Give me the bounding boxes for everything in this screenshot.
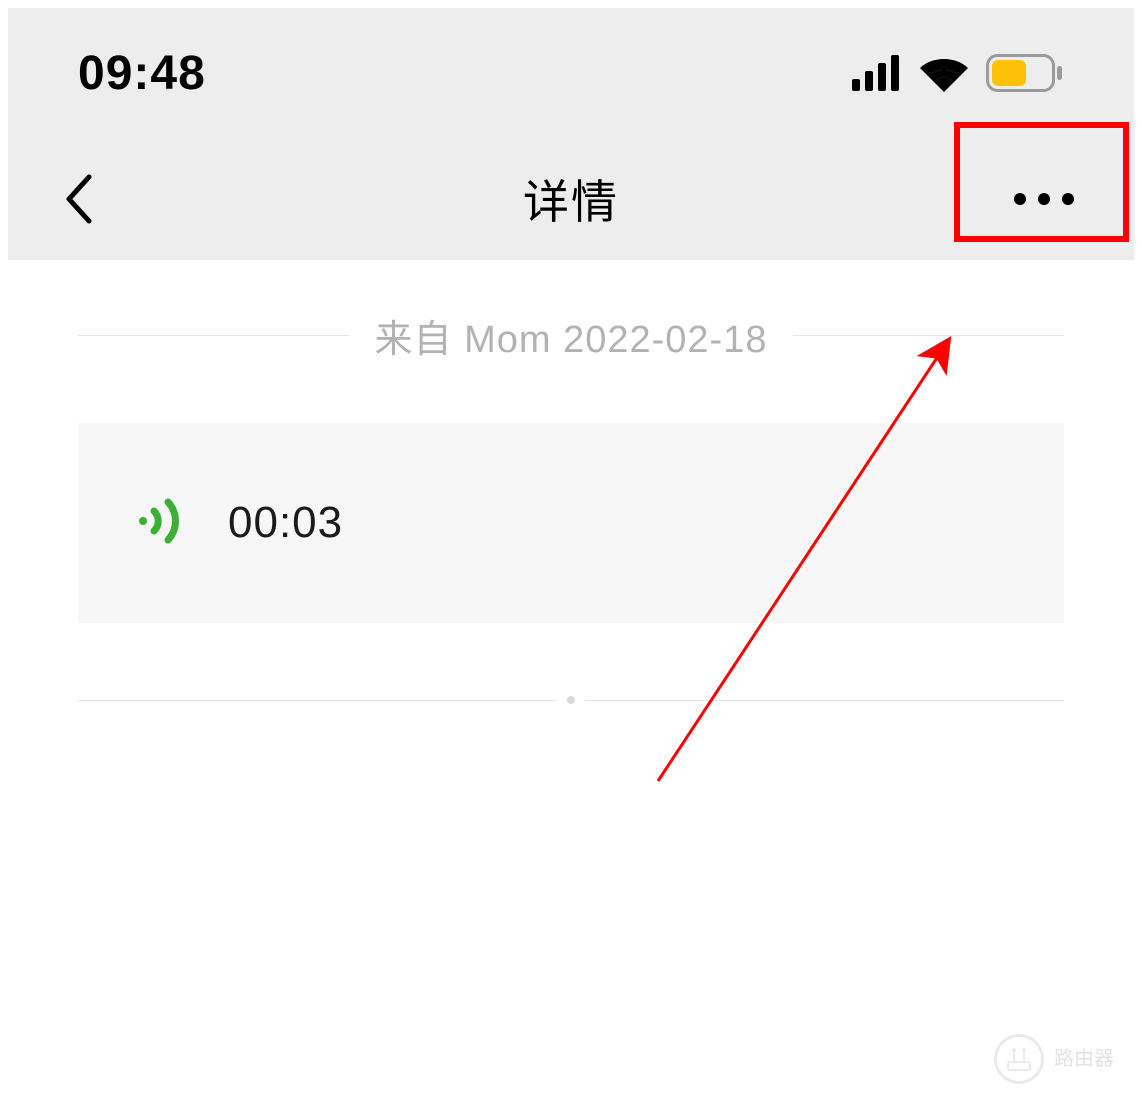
status-indicators <box>852 54 1064 92</box>
section-divider <box>78 696 1064 704</box>
status-time: 09:48 <box>78 46 206 101</box>
chevron-left-icon <box>63 173 93 225</box>
battery-icon <box>986 54 1064 92</box>
cellular-signal-icon <box>852 55 902 91</box>
back-button[interactable] <box>48 169 108 229</box>
watermark: 路由器 <box>994 1034 1114 1084</box>
page-title: 详情 <box>523 166 619 232</box>
router-icon <box>994 1034 1044 1084</box>
watermark-text: 路由器 <box>1054 1047 1114 1071</box>
source-label: 来自 Mom 2022-02-18 <box>349 308 794 363</box>
voice-play-icon <box>138 496 188 551</box>
ellipsis-icon <box>1014 193 1026 205</box>
source-info-row: 来自 Mom 2022-02-18 <box>78 260 1064 393</box>
content-area: 来自 Mom 2022-02-18 00:03 <box>8 260 1134 704</box>
more-options-button[interactable] <box>984 159 1104 239</box>
status-bar: 09:48 <box>8 8 1134 138</box>
voice-message-card[interactable]: 00:03 <box>78 423 1064 623</box>
voice-duration: 00:03 <box>228 498 343 548</box>
navigation-bar: 详情 <box>8 138 1134 260</box>
wifi-icon <box>918 54 970 92</box>
divider-dot-icon <box>567 696 575 704</box>
